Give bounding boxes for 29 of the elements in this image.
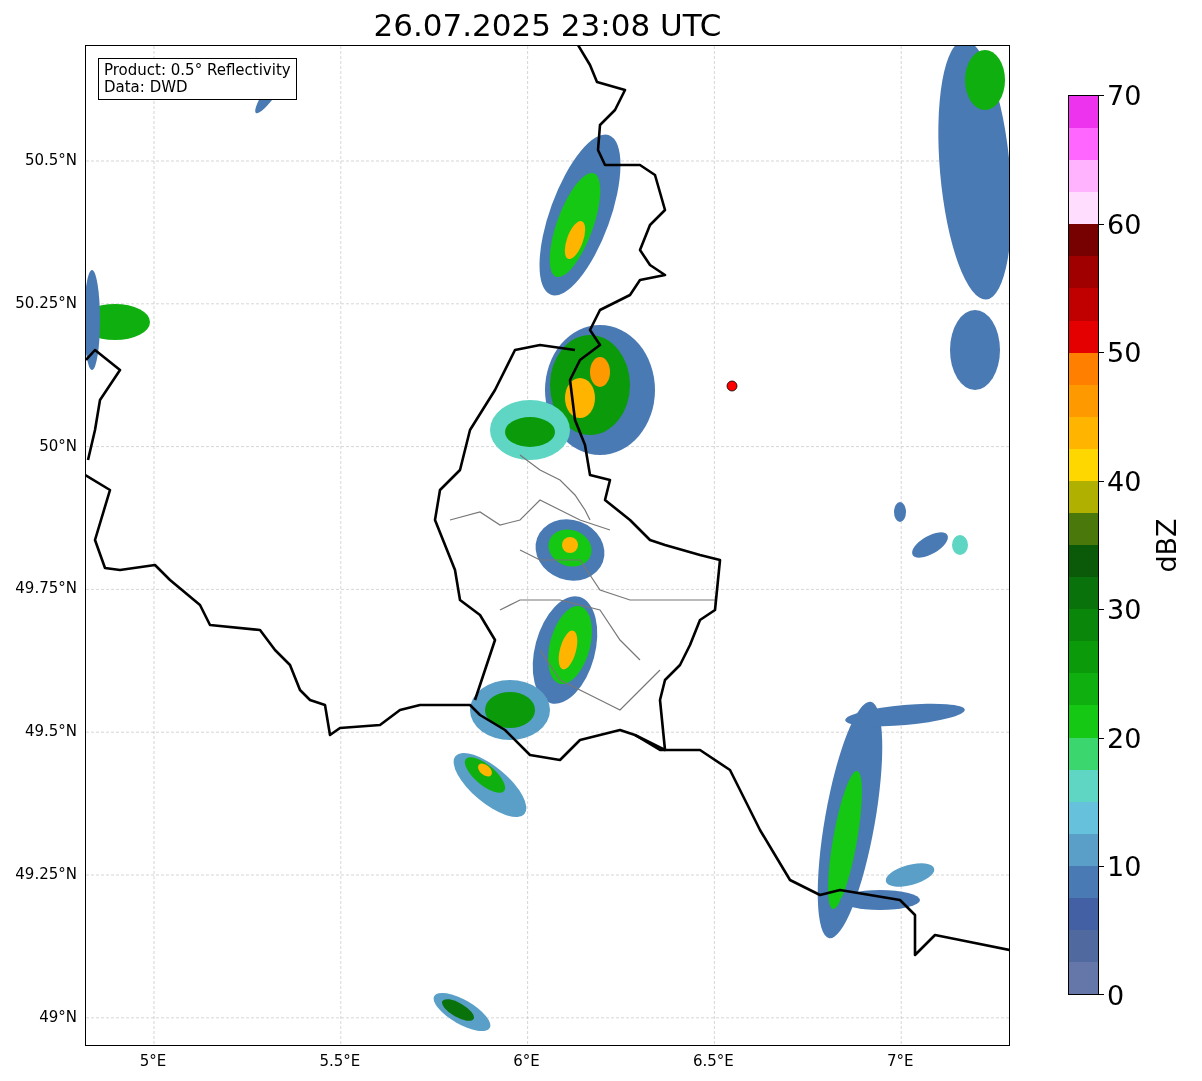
radar-echo: [894, 502, 906, 522]
legend-text: Product: 0.5° Reflectivity: [104, 62, 291, 79]
tick-label: 50.25°N: [15, 293, 77, 312]
chart-title: 26.07.2025 23:08 UTC: [373, 6, 722, 43]
tick-label: 5.5°E: [319, 1052, 361, 1070]
radar-echo: [952, 535, 968, 555]
tick-label: 50°N: [39, 436, 77, 455]
colorbar-label: dBZ: [1150, 517, 1182, 573]
tick-label: 0: [1107, 979, 1125, 1011]
tick-label: 7°E: [886, 1052, 914, 1070]
legend-text: Data: DWD: [104, 79, 189, 96]
tick-label: 49°N: [39, 1007, 77, 1026]
radar-echo: [885, 863, 935, 887]
tick-label: 60: [1107, 208, 1142, 240]
tick-label: 49.25°N: [15, 865, 77, 883]
tick-label: 40: [1107, 465, 1142, 497]
tick-label: 30: [1107, 593, 1142, 625]
radar-echo: [912, 532, 948, 558]
tick-label: 6.5°E: [692, 1052, 734, 1070]
tick-label: 50.5°N: [24, 151, 77, 169]
tick-label: 6°E: [513, 1052, 540, 1070]
tick-label: 70: [1107, 79, 1142, 111]
tick-label: 49.5°N: [24, 722, 77, 741]
tick-label: 10: [1107, 850, 1142, 882]
tick-label: 50: [1107, 336, 1142, 368]
tick-label: 49.75°N: [15, 579, 77, 598]
tick-label: 5°E: [139, 1052, 167, 1070]
site-marker-icon: [726, 380, 738, 392]
tick-label: 20: [1107, 722, 1142, 754]
